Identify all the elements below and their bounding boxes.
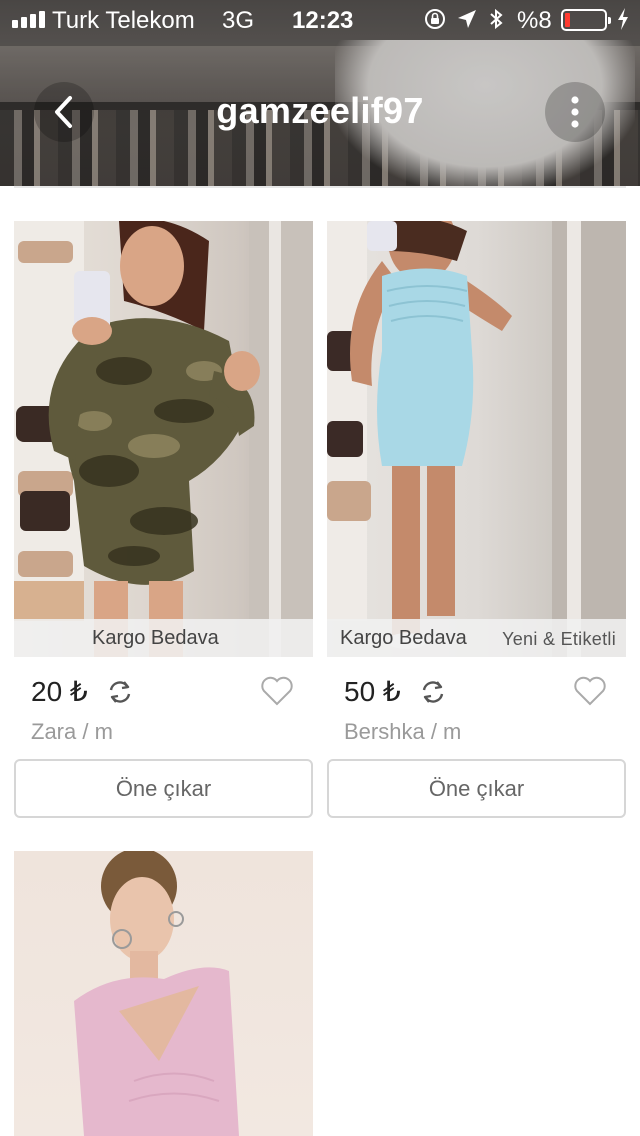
charging-bolt-icon	[618, 8, 628, 30]
price-row: 50 ₺ Bershka / m	[327, 657, 626, 744]
listing-price: 20 ₺	[31, 676, 88, 707]
listing-card[interactable]	[14, 851, 313, 1136]
profile-header-banner: Turk Telekom 3G 12:23 %8 gamzeelif97	[0, 0, 640, 186]
heart-icon[interactable]	[260, 675, 294, 707]
status-bar: Turk Telekom 3G 12:23 %8	[0, 0, 640, 40]
rotation-lock-icon	[425, 9, 445, 29]
listing-photo-art	[74, 851, 239, 1136]
status-icons	[424, 7, 504, 31]
location-icon	[458, 10, 476, 28]
listing-photo[interactable]: Kargo Bedava Yeni & Etiketli	[327, 221, 626, 657]
free-shipping-tag: Kargo Bedava	[340, 627, 467, 649]
free-shipping-tag: Kargo Bedava	[92, 627, 219, 649]
promote-button[interactable]: Öne çıkar	[327, 759, 626, 818]
listing-brand-size: Zara / m	[31, 719, 113, 744]
listing-card[interactable]: Kargo Bedava 20 ₺ Zara / m Öne çıkar	[14, 221, 313, 818]
status-time: 12:23	[292, 7, 354, 34]
listing-tag-bar: Kargo Bedava Yeni & Etiketli	[327, 619, 626, 657]
signal-strength-icon	[12, 11, 45, 28]
more-options-button[interactable]	[545, 82, 605, 142]
listing-card[interactable]: Kargo Bedava Yeni & Etiketli 50 ₺ Bershk…	[327, 221, 626, 818]
new-with-tags-tag: Yeni & Etiketli	[502, 629, 616, 649]
listing-price: 50 ₺	[344, 676, 401, 707]
battery-icon	[561, 9, 611, 31]
listing-photo[interactable]: Kargo Bedava	[14, 221, 313, 657]
promote-button[interactable]: Öne çıkar	[14, 759, 313, 818]
swap-icon[interactable]	[107, 679, 133, 705]
battery-percent: %8	[517, 7, 552, 34]
heart-icon[interactable]	[573, 675, 607, 707]
listing-brand-size: Bershka / m	[344, 719, 462, 744]
page-title: gamzeelif97	[216, 90, 424, 131]
carrier-name: Turk Telekom	[52, 7, 195, 34]
network-type: 3G	[222, 7, 255, 34]
swap-icon[interactable]	[420, 679, 446, 705]
listing-photo-art	[327, 221, 626, 657]
bluetooth-icon	[490, 8, 503, 30]
price-row: 20 ₺ Zara / m	[14, 657, 313, 744]
vertical-dots-icon	[571, 96, 579, 128]
listing-tag-bar: Kargo Bedava	[14, 619, 313, 657]
listing-photo-art	[14, 221, 313, 657]
listing-photo[interactable]	[14, 851, 313, 1136]
header-divider	[14, 186, 626, 188]
